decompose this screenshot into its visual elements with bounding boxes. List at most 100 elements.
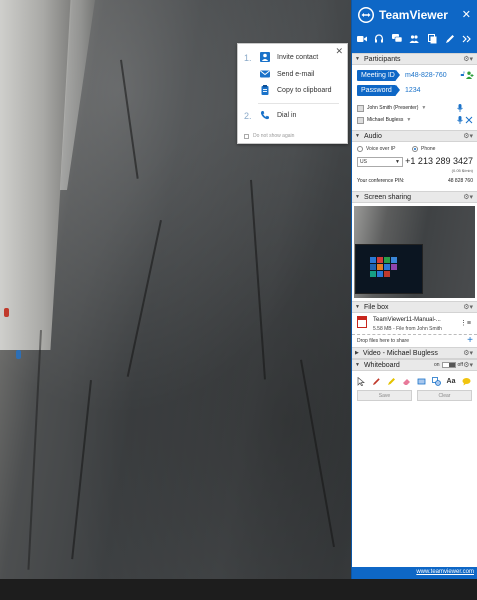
phone-radio[interactable]: Phone [412, 146, 435, 152]
file-item[interactable]: TeamViewer11-Manual-... 5.58 MB - File f… [352, 315, 477, 334]
pen-tool-icon[interactable] [444, 33, 455, 44]
pin-value: 48 828 760 [447, 178, 473, 184]
dial-in-button[interactable]: Dial in [260, 108, 296, 122]
send-email-button[interactable]: Send e-mail [260, 67, 314, 81]
clipboard-icon [260, 85, 270, 95]
save-button[interactable]: Save [357, 390, 412, 401]
divider [258, 103, 339, 104]
meeting-id-label: Meeting ID [357, 70, 400, 81]
rock-crack [250, 179, 266, 380]
microphone-icon[interactable] [457, 104, 463, 114]
voip-radio[interactable]: Voice over IP [357, 146, 395, 152]
screen-sharing-section-header[interactable]: ▼ Screen sharing ⚙▾ [352, 191, 477, 203]
add-user-icon [260, 52, 270, 62]
teamviewer-panel: TeamViewer ✕ ▼ Participants ⚙▾ Meeting I… [351, 0, 477, 579]
start-tile [370, 257, 376, 263]
text-tool-icon[interactable]: Aa [446, 376, 456, 386]
start-tile [370, 271, 376, 277]
step-number: 1. [244, 53, 252, 63]
chevron-down-icon[interactable]: ▼ [406, 117, 411, 123]
climber-blue [16, 350, 21, 359]
invite-contact-button[interactable]: Invite contact [260, 50, 318, 64]
audio-options: Voice over IP Phone [352, 144, 477, 156]
collapse-arrow-icon: ▼ [355, 133, 360, 139]
participants-icon[interactable] [409, 33, 420, 44]
gear-icon[interactable]: ⚙▾ [463, 132, 473, 140]
avatar [357, 104, 364, 112]
whiteboard-toggle[interactable]: on off [434, 362, 463, 368]
shared-screen-thumbnail [355, 244, 423, 294]
voip-label: Voice over IP [366, 146, 396, 152]
expand-icon[interactable] [462, 33, 473, 44]
start-tile [377, 257, 383, 263]
audio-section-header[interactable]: ▼ Audio ⚙▾ [352, 130, 477, 142]
conference-pin-row: Your conference PIN: 48 828 760 [352, 176, 477, 186]
participant-row[interactable]: John Smith (Presenter) ▼ [352, 102, 477, 114]
highlighter-tool-icon[interactable] [386, 376, 396, 386]
country-select[interactable]: US ▼ [357, 157, 403, 167]
rock-crack [126, 220, 162, 377]
gear-icon[interactable]: ⚙▾ [463, 361, 473, 369]
section-title: Whiteboard [363, 361, 400, 369]
copy-clipboard-button[interactable]: Copy to clipboard [260, 83, 331, 97]
password-value: 1234 [405, 87, 421, 94]
rock-crack [120, 59, 139, 179]
pen-tool-icon[interactable] [371, 376, 381, 386]
start-tile [377, 271, 383, 277]
dont-show-checkbox[interactable] [244, 133, 249, 139]
chat-icon[interactable] [391, 33, 402, 44]
rock-crack [71, 380, 92, 560]
whiteboard-section-header[interactable]: ▼ Whiteboard on off ⚙▾ [352, 359, 477, 371]
eraser-tool-icon[interactable] [401, 376, 411, 386]
file-menu-icon[interactable]: ⋮≡ [460, 319, 471, 327]
add-participant-icon[interactable] [466, 71, 474, 81]
dial-in-label: Dial in [277, 111, 297, 119]
headset-icon[interactable] [374, 33, 385, 44]
gear-icon[interactable]: ⚙▾ [463, 193, 473, 201]
gear-icon[interactable]: ⚙▾ [463, 55, 473, 63]
rectangle-tool-icon[interactable] [416, 376, 426, 386]
meeting-id-row: Meeting ID m48-828-760 🔓︎ [352, 69, 477, 82]
password-label: Password [357, 85, 400, 96]
whiteboard-buttons: Save Clear [352, 387, 477, 404]
add-file-icon[interactable]: + [467, 335, 473, 346]
toggle-off-label: off [457, 362, 463, 368]
invite-popup: ✕ 1. Invite contact Send e-mail Copy to … [237, 43, 348, 144]
close-icon[interactable]: ✕ [462, 8, 471, 21]
dont-show-again[interactable]: Do not show again [244, 133, 294, 139]
microphone-icon[interactable] [457, 116, 463, 126]
file-drop-zone[interactable]: Drop files here to share + [352, 334, 477, 347]
step-number: 2. [244, 111, 252, 121]
participant-row[interactable]: Michael Bugless ▼ [352, 114, 477, 126]
remove-participant-icon[interactable] [465, 116, 473, 126]
video-icon[interactable] [356, 33, 367, 44]
copy-icon[interactable] [427, 33, 438, 44]
copy-clipboard-label: Copy to clipboard [277, 86, 332, 94]
clear-button[interactable]: Clear [417, 390, 472, 401]
screen-sharing-preview[interactable] [354, 206, 475, 298]
gear-icon[interactable]: ⚙▾ [463, 349, 473, 357]
shapes-tool-icon[interactable] [431, 376, 441, 386]
speech-bubble-tool-icon[interactable] [461, 376, 471, 386]
video-section-header[interactable]: ▶ Video - Michael Bugless ⚙▾ [352, 347, 477, 359]
start-tile [370, 264, 376, 270]
website-link[interactable]: www.teamviewer.com [416, 569, 474, 575]
participant-name: Michael Bugless [367, 117, 404, 123]
start-tile [377, 264, 383, 270]
call-rate: (0.05 $/min) [451, 168, 473, 173]
chevron-down-icon[interactable]: ▼ [421, 105, 426, 111]
meeting-id-value: m48-828-760 [405, 72, 447, 79]
country-value: US [360, 159, 367, 165]
rock-crack [300, 359, 335, 548]
close-icon[interactable]: ✕ [335, 46, 343, 57]
participants-section-header[interactable]: ▼ Participants ⚙▾ [352, 53, 477, 65]
file-box-section-header[interactable]: ▼ File box ⚙▾ [352, 301, 477, 313]
pin-label: Your conference PIN: [357, 178, 405, 184]
pointer-tool-icon[interactable] [356, 376, 366, 386]
rate-row: (0.05 $/min) [352, 168, 477, 176]
toggle-on-label: on [433, 362, 440, 368]
toggle-switch[interactable] [441, 362, 456, 368]
phone-label: Phone [421, 146, 436, 152]
lock-icon[interactable]: 🔓︎ [460, 71, 465, 79]
gear-icon[interactable]: ⚙▾ [463, 303, 473, 311]
